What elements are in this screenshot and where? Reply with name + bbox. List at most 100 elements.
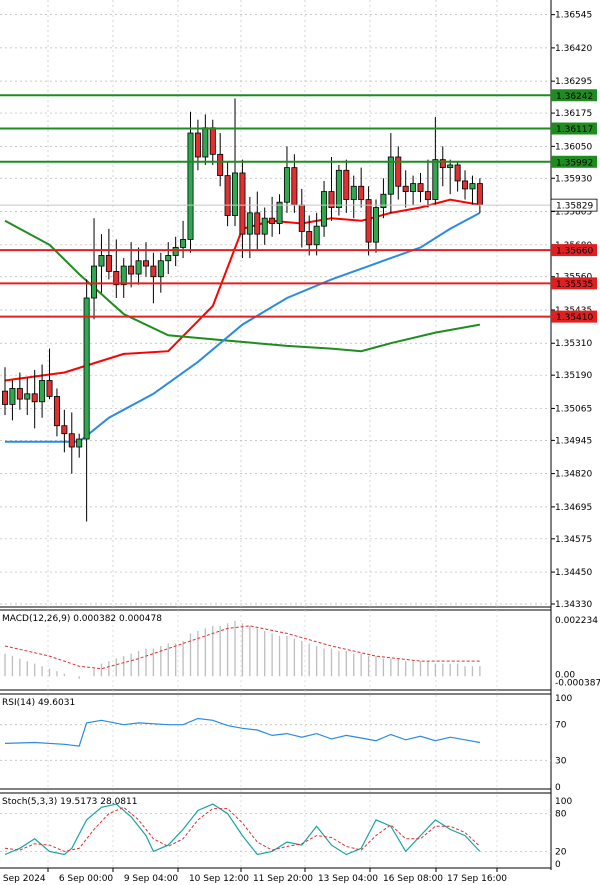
time-tick-label: 11 Sep 20:00 [253,874,313,884]
candle-body [283,167,290,203]
price-tick-label: 1.36175 [555,109,592,119]
candle-body [209,127,216,155]
time-tick-label: 6 Sep 00:00 [59,874,114,884]
candle-body [165,255,172,262]
candle-body [105,255,112,272]
price-tick-label: 1.36420 [555,44,592,54]
stoch-tick-label: 80 [555,810,567,820]
candle-body [46,380,53,397]
candle-body [98,255,105,267]
candle-body [135,260,142,275]
price-tick-label: 1.35310 [555,339,592,349]
candle-body [454,164,461,182]
level-tag-label: 1.36117 [556,125,593,135]
candle-body [53,396,60,427]
stoch-tick-label: 100 [555,797,572,807]
candle-body [187,132,194,240]
price-tick-label: 1.34820 [555,470,592,480]
rsi-label: RSI(14) 49.6031 [2,698,75,708]
candle-body [239,172,246,235]
candle-body [31,393,38,403]
level-tag-label: 1.35992 [556,158,593,168]
candle-body [469,183,476,190]
candle-body [402,185,409,192]
candle-body [217,153,224,177]
macd-label: MACD(12,26,9) 0.000382 0.000478 [2,614,162,624]
price-tick-label: 1.35190 [555,371,592,381]
candle-body [335,169,342,208]
candle-body [350,185,357,200]
candle-body [150,265,157,278]
time-tick-label: 16 Sep 08:00 [383,874,443,884]
price-tick-label: 1.36050 [555,142,592,152]
stoch-label: Stoch(5,3,3) 19.5173 28.0811 [2,797,137,807]
candle-body [224,175,231,216]
rsi-tick-label: 0 [555,783,561,793]
candle-body [358,185,365,200]
candle-body [254,212,261,235]
candle-body [2,390,8,405]
macd-tick-label: -0.000387 [555,678,600,688]
candle-body [261,217,268,235]
candle-body [142,260,149,267]
candle-body [447,164,454,169]
time-tick-label: 10 Sep 12:00 [189,874,249,884]
candle-body [365,199,372,243]
candle-body [432,159,439,200]
candle-body [202,127,209,158]
candle-body [61,425,68,435]
candle-body [232,172,239,216]
price-tick-label: 1.36545 [555,11,592,21]
price-tick-label: 1.34575 [555,535,592,545]
candle-body [372,207,379,243]
price-tick-label: 1.34330 [555,600,592,610]
candle-body [172,247,179,256]
candle-body [180,239,187,248]
candle-body [83,297,90,440]
candle-body [246,212,253,235]
candle-body [424,191,431,200]
current-price-label: 1.35829 [556,202,593,212]
level-tag-label: 1.35410 [556,313,593,323]
candle-body [343,169,350,200]
rsi-tick-label: 100 [555,694,572,704]
time-tick-label: 13 Sep 04:00 [318,874,378,884]
price-tick-label: 1.34945 [555,436,592,446]
candle-body [298,204,305,232]
price-tick-label: 1.35930 [555,174,592,184]
level-tag-label: 1.35535 [556,280,593,290]
candle-body [24,393,31,400]
rsi-tick-label: 30 [555,756,567,766]
price-tick-label: 1.34450 [555,568,592,578]
price-tick-label: 1.36295 [555,77,592,87]
stoch-tick-label: 0 [555,860,561,870]
candle-body [68,433,75,448]
price-tick-label: 1.35065 [555,404,592,414]
candle-body [321,191,328,227]
rsi-tick-label: 70 [555,721,567,731]
candle-body [76,438,83,448]
candle-body [306,231,313,246]
candle-body [269,217,276,224]
candle-body [128,265,135,275]
time-tick-label: 5 Sep 2024 [0,874,46,884]
candle-body [291,167,298,206]
macd-tick-label: 0.002234 [555,616,598,626]
candle-body [417,183,424,192]
stoch-tick-label: 20 [555,847,567,857]
candle-body [194,132,201,158]
forex-chart: 1.36545 1.36420 1.36295 1.36175 1.36050 1.359… [0,0,600,885]
background [0,0,600,885]
candle-body [313,225,320,246]
level-tag-label: 1.36242 [556,92,593,102]
level-tag-label: 1.35660 [556,247,593,257]
candle-body [16,388,23,400]
candle-body [462,180,469,190]
candle-body [120,265,127,286]
candle-body [39,380,46,403]
candle-body [476,183,483,206]
time-tick-label: 17 Sep 16:00 [447,874,507,884]
time-tick-label: 9 Sep 04:00 [124,874,179,884]
candle-body [410,183,417,192]
candle-body [157,260,164,278]
